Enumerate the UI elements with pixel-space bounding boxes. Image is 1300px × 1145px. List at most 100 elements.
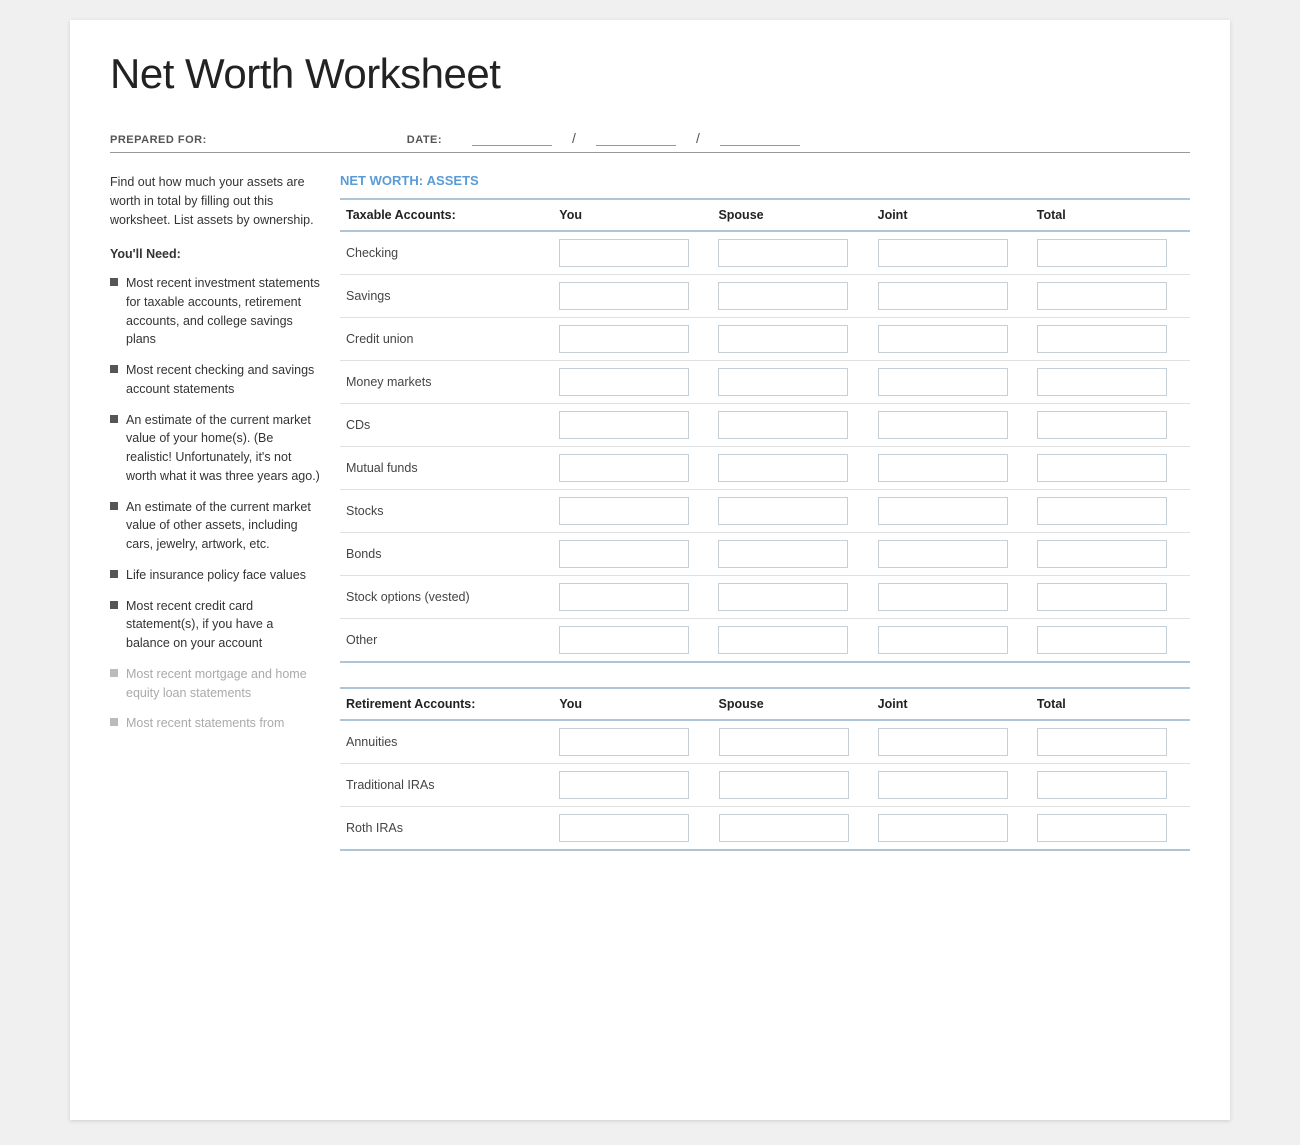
taxable-bonds-joint[interactable] [872,533,1031,576]
input-spouse[interactable] [719,771,849,799]
input-joint[interactable] [878,411,1008,439]
taxable-checking-joint[interactable] [872,231,1031,275]
input-you[interactable] [559,282,689,310]
input-total[interactable] [1037,239,1167,267]
retirement-roth-iras-joint[interactable] [872,807,1031,851]
taxable-mutual-funds-you[interactable] [553,447,712,490]
taxable-cds-you[interactable] [553,404,712,447]
retirement-roth-iras-spouse[interactable] [713,807,872,851]
input-joint[interactable] [878,814,1008,842]
retirement-traditional-iras-spouse[interactable] [713,764,872,807]
taxable-savings-joint[interactable] [872,275,1031,318]
input-joint[interactable] [878,771,1008,799]
input-total[interactable] [1037,497,1167,525]
input-you[interactable] [559,771,689,799]
input-spouse[interactable] [719,814,849,842]
taxable-money-markets-spouse[interactable] [712,361,871,404]
input-total[interactable] [1037,368,1167,396]
taxable-stock-options-(vested)-spouse[interactable] [712,576,871,619]
taxable-mutual-funds-spouse[interactable] [712,447,871,490]
input-joint[interactable] [878,497,1008,525]
retirement-traditional-iras-joint[interactable] [872,764,1031,807]
input-spouse[interactable] [718,454,848,482]
input-spouse[interactable] [718,325,848,353]
taxable-money-markets-you[interactable] [553,361,712,404]
input-joint[interactable] [878,454,1008,482]
input-joint[interactable] [878,583,1008,611]
taxable-savings-total[interactable] [1031,275,1190,318]
input-total[interactable] [1037,325,1167,353]
input-spouse[interactable] [718,368,848,396]
input-you[interactable] [559,540,689,568]
taxable-credit-union-joint[interactable] [872,318,1031,361]
retirement-annuities-you[interactable] [553,720,712,764]
input-you[interactable] [559,411,689,439]
taxable-other-spouse[interactable] [712,619,871,663]
taxable-money-markets-total[interactable] [1031,361,1190,404]
input-you[interactable] [559,814,689,842]
taxable-savings-you[interactable] [553,275,712,318]
input-spouse[interactable] [718,626,848,654]
input-joint[interactable] [878,282,1008,310]
input-you[interactable] [559,239,689,267]
taxable-stocks-you[interactable] [553,490,712,533]
input-spouse[interactable] [718,282,848,310]
retirement-roth-iras-you[interactable] [553,807,712,851]
input-joint[interactable] [878,728,1008,756]
input-total[interactable] [1037,771,1167,799]
input-total[interactable] [1037,583,1167,611]
input-total[interactable] [1037,728,1167,756]
input-total[interactable] [1037,626,1167,654]
taxable-stock-options-(vested)-joint[interactable] [872,576,1031,619]
taxable-other-total[interactable] [1031,619,1190,663]
taxable-other-joint[interactable] [872,619,1031,663]
input-you[interactable] [559,497,689,525]
taxable-savings-spouse[interactable] [712,275,871,318]
input-joint[interactable] [878,368,1008,396]
input-you[interactable] [559,626,689,654]
retirement-annuities-joint[interactable] [872,720,1031,764]
taxable-credit-union-you[interactable] [553,318,712,361]
taxable-money-markets-joint[interactable] [872,361,1031,404]
taxable-cds-spouse[interactable] [712,404,871,447]
input-joint[interactable] [878,626,1008,654]
retirement-annuities-spouse[interactable] [713,720,872,764]
taxable-bonds-total[interactable] [1031,533,1190,576]
taxable-stocks-joint[interactable] [872,490,1031,533]
input-spouse[interactable] [718,497,848,525]
taxable-stocks-spouse[interactable] [712,490,871,533]
taxable-credit-union-total[interactable] [1031,318,1190,361]
input-total[interactable] [1037,282,1167,310]
taxable-stock-options-(vested)-total[interactable] [1031,576,1190,619]
input-you[interactable] [559,728,689,756]
taxable-bonds-you[interactable] [553,533,712,576]
taxable-checking-you[interactable] [553,231,712,275]
taxable-checking-total[interactable] [1031,231,1190,275]
input-you[interactable] [559,583,689,611]
retirement-annuities-total[interactable] [1031,720,1190,764]
taxable-mutual-funds-total[interactable] [1031,447,1190,490]
input-joint[interactable] [878,540,1008,568]
input-you[interactable] [559,454,689,482]
input-total[interactable] [1037,540,1167,568]
input-spouse[interactable] [718,239,848,267]
input-spouse[interactable] [718,583,848,611]
taxable-stocks-total[interactable] [1031,490,1190,533]
taxable-checking-spouse[interactable] [712,231,871,275]
retirement-traditional-iras-total[interactable] [1031,764,1190,807]
taxable-bonds-spouse[interactable] [712,533,871,576]
input-joint[interactable] [878,325,1008,353]
input-total[interactable] [1037,814,1167,842]
input-you[interactable] [559,325,689,353]
input-joint[interactable] [878,239,1008,267]
taxable-stock-options-(vested)-you[interactable] [553,576,712,619]
input-spouse[interactable] [718,411,848,439]
retirement-roth-iras-total[interactable] [1031,807,1190,851]
input-total[interactable] [1037,454,1167,482]
retirement-traditional-iras-you[interactable] [553,764,712,807]
taxable-mutual-funds-joint[interactable] [872,447,1031,490]
taxable-cds-joint[interactable] [872,404,1031,447]
input-you[interactable] [559,368,689,396]
input-spouse[interactable] [719,728,849,756]
taxable-credit-union-spouse[interactable] [712,318,871,361]
